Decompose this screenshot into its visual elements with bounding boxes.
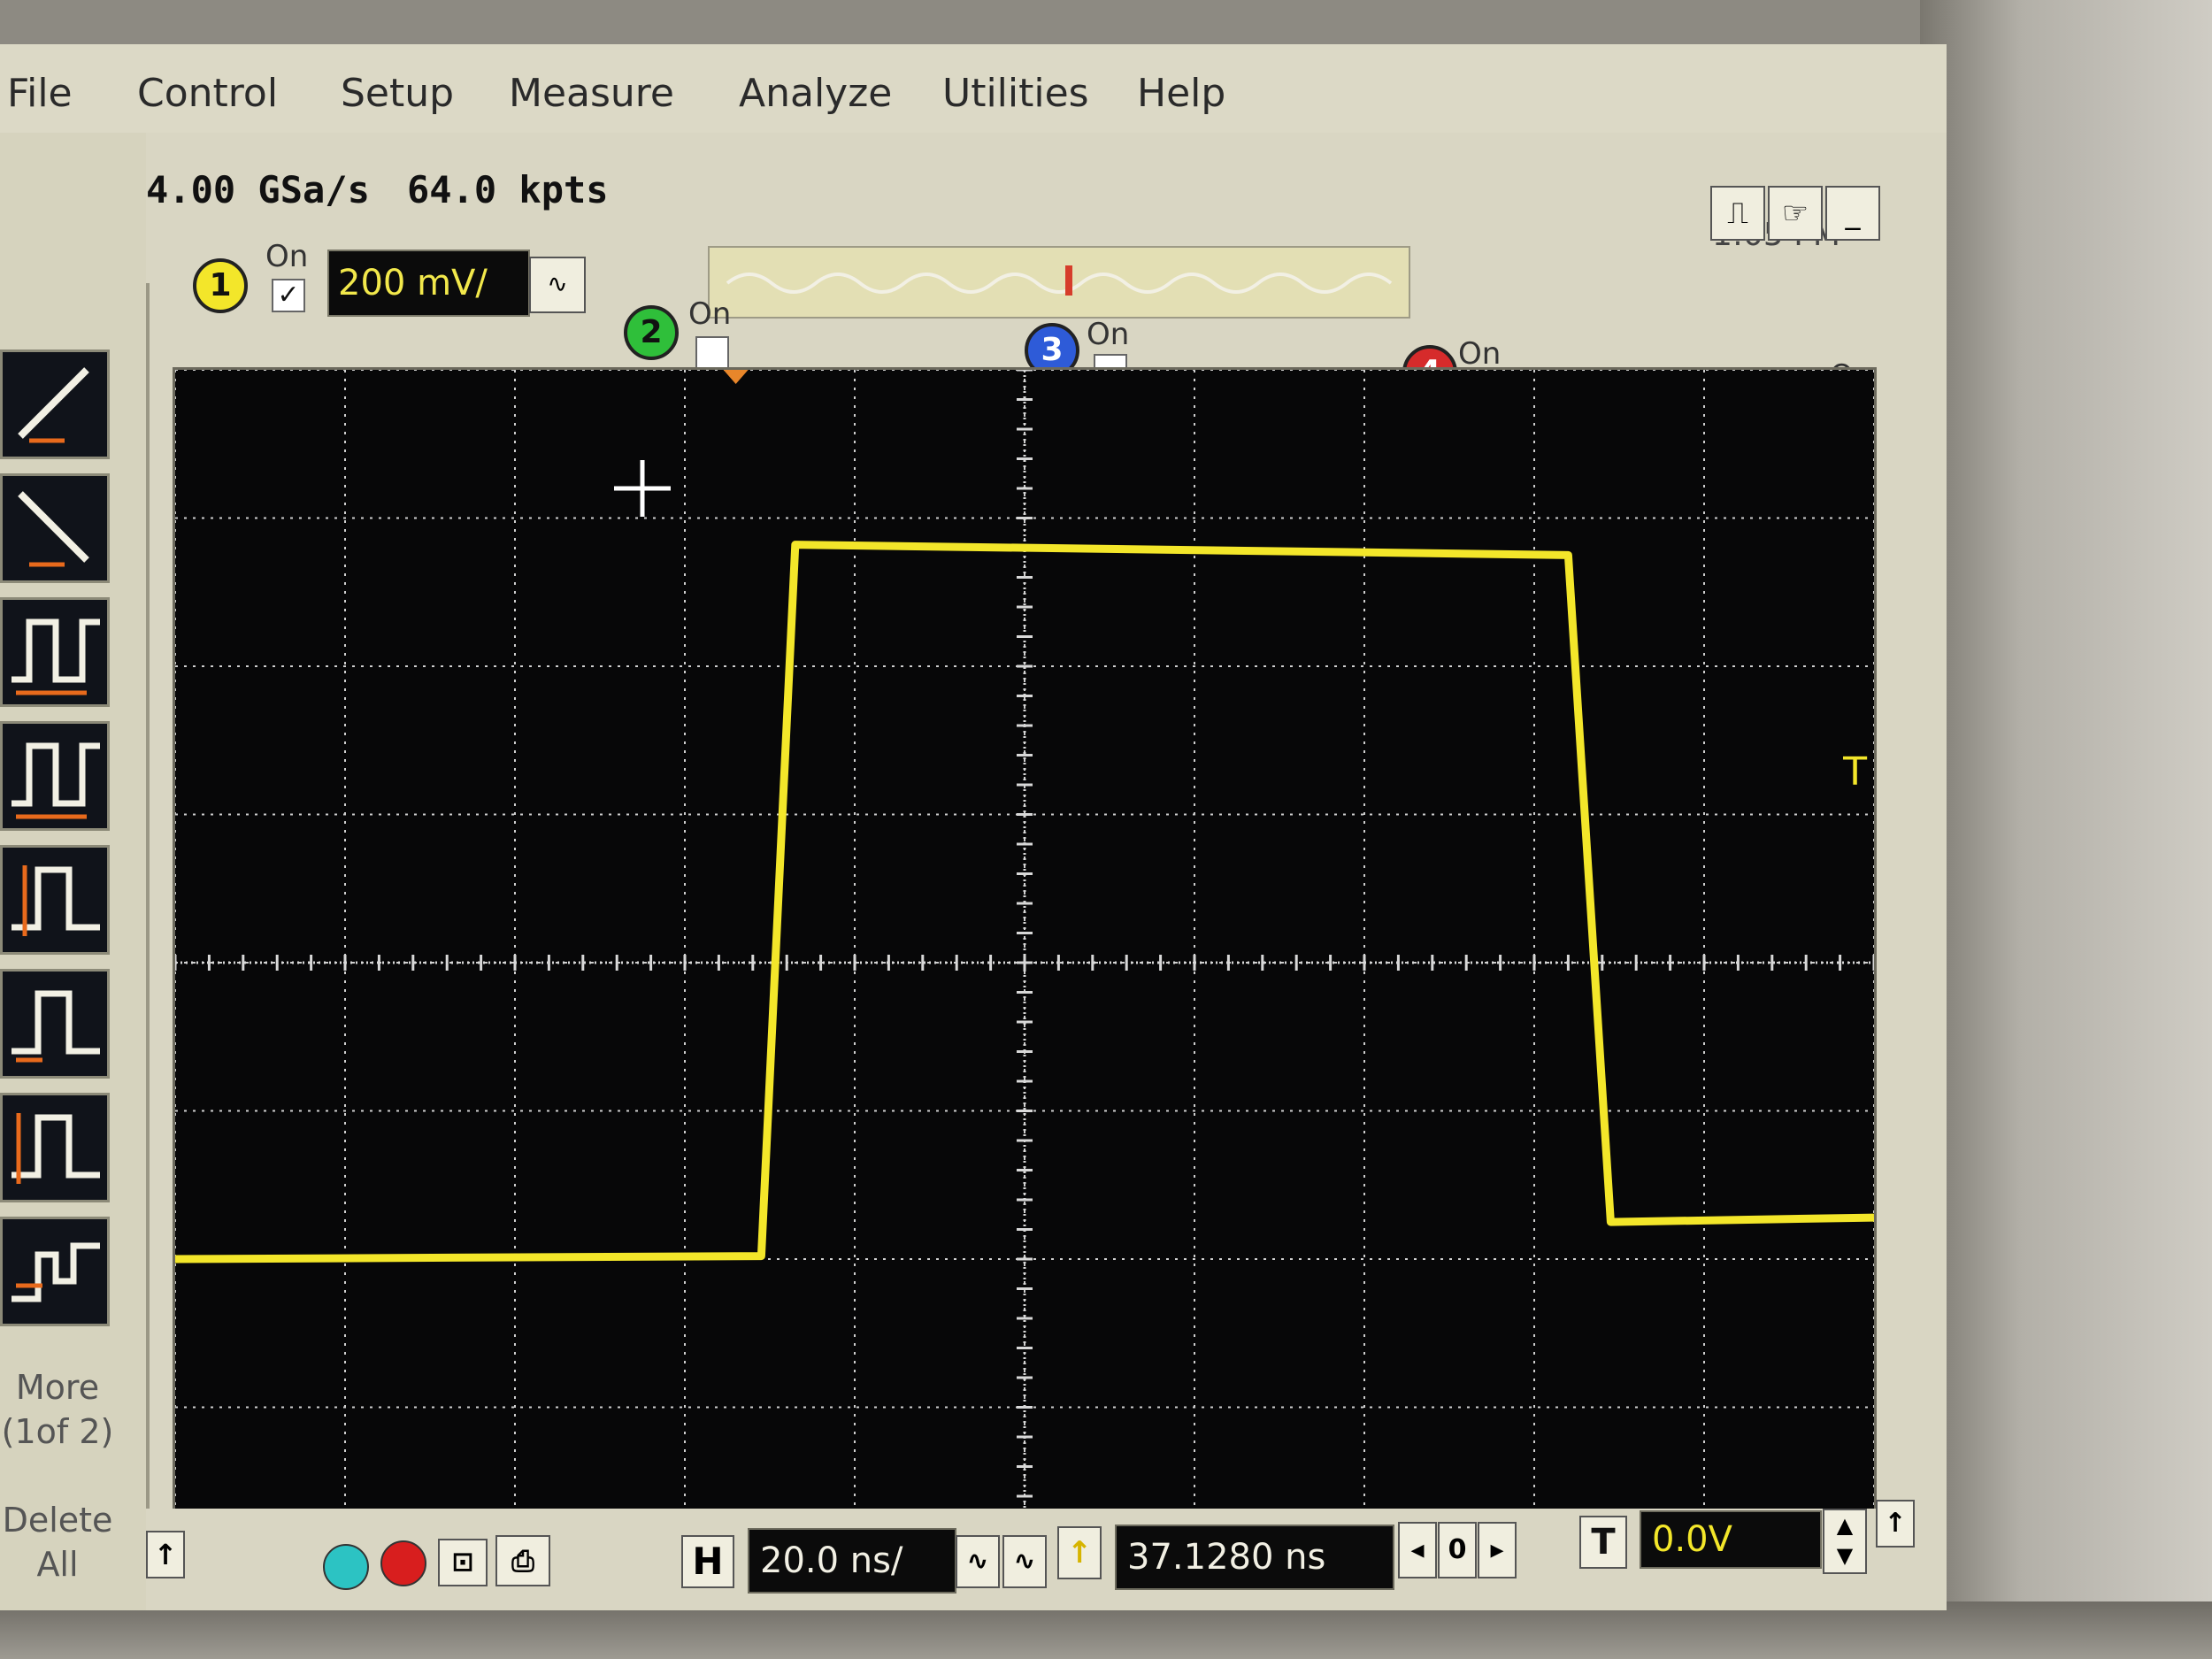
pointer-icon[interactable]: ☞	[1768, 186, 1823, 241]
menu-file[interactable]: File	[7, 71, 73, 116]
fall-time-icon[interactable]	[0, 473, 110, 583]
delete-all-label-2: All	[36, 1545, 79, 1584]
horizontal-key[interactable]: H	[681, 1535, 734, 1588]
run-button[interactable]	[323, 1544, 369, 1590]
negative-width-icon[interactable]	[0, 969, 110, 1079]
menu-utilities[interactable]: Utilities	[942, 71, 1089, 116]
memory-depth: 64.0 kpts	[407, 168, 609, 211]
channel-3-on-label: On	[1087, 317, 1130, 352]
channel-1-coupling-icon[interactable]: ∿	[529, 257, 586, 313]
delay-icon[interactable]	[0, 1217, 110, 1326]
channel-2-on-label: On	[688, 296, 732, 332]
trigger-position-marker-top[interactable]	[723, 370, 749, 384]
channel-2-badge[interactable]: 2	[624, 305, 679, 360]
delay-step-value[interactable]: 0	[1438, 1522, 1477, 1578]
bottom-control-bar: ↑ ⊡ ⎙ H 20.0 ns/ ∿ ∿ ↑ 37.1280 ns ◂ 0 ▸ …	[146, 1500, 1947, 1610]
menu-analyze[interactable]: Analyze	[739, 71, 892, 116]
trigger-key[interactable]: T	[1579, 1516, 1627, 1569]
more-label[interactable]: More	[0, 1367, 115, 1408]
duty-cycle-icon[interactable]	[0, 1093, 110, 1202]
menu-control[interactable]: Control	[137, 71, 278, 116]
positive-width-icon[interactable]	[0, 845, 110, 955]
channel-1-on-label: On	[265, 239, 309, 274]
horizontal-delay-field[interactable]: 37.1280 ns	[1115, 1525, 1394, 1590]
menu-bar: File Control Setup Measure Analyze Utili…	[0, 44, 1947, 134]
waveform-overview[interactable]	[708, 246, 1410, 319]
trigger-level-field[interactable]: 0.0V	[1640, 1510, 1822, 1569]
channel-2-checkbox[interactable]	[695, 336, 729, 370]
delay-left-arrow[interactable]: ◂	[1398, 1522, 1437, 1578]
autoscale-icon[interactable]: ⊡	[438, 1539, 488, 1586]
stop-button[interactable]	[380, 1540, 426, 1586]
waveform-svg: T	[175, 370, 1874, 1555]
trigger-level-marker[interactable]: T	[1842, 749, 1867, 795]
minimize-icon[interactable]: _	[1825, 186, 1880, 241]
period-icon[interactable]	[0, 597, 110, 707]
waveform-display[interactable]: T	[173, 367, 1877, 1558]
trigger-level-stepper[interactable]: ▲ ▼	[1823, 1509, 1867, 1574]
coarse-adjust-icon[interactable]: ∿	[1002, 1535, 1047, 1588]
sample-rate: 4.00 GSa/s	[146, 168, 370, 211]
trigger-marker-icon[interactable]: ↑	[1876, 1500, 1915, 1548]
print-icon[interactable]: ⎙	[495, 1535, 550, 1586]
fine-adjust-icon[interactable]: ∿	[956, 1535, 1000, 1588]
scope-bezel-right	[1920, 0, 2212, 1659]
delete-all-label[interactable]: Delete	[0, 1500, 115, 1540]
channel-1-scale[interactable]: 200 mV/	[327, 250, 530, 317]
delay-marker-key[interactable]: ↑	[1057, 1526, 1102, 1579]
more-page-label: (1of 2)	[1, 1412, 114, 1451]
scroll-up-icon[interactable]: ↑	[146, 1531, 185, 1578]
menu-setup[interactable]: Setup	[341, 71, 454, 116]
menu-help[interactable]: Help	[1137, 71, 1225, 116]
channel-1-checkbox[interactable]: ✓	[272, 279, 305, 312]
frequency-icon[interactable]	[0, 721, 110, 831]
menu-measure[interactable]: Measure	[509, 71, 674, 116]
channel-1-badge[interactable]: 1	[193, 258, 248, 313]
channel-4-on-label: On	[1458, 336, 1502, 372]
delay-right-arrow[interactable]: ▸	[1478, 1522, 1517, 1578]
rise-time-icon[interactable]	[0, 349, 110, 459]
scope-screen: File Control Setup Measure Analyze Utili…	[0, 44, 1947, 1610]
run-mode-icon[interactable]: ⎍	[1710, 186, 1765, 241]
measurement-sidebar: More (1of 2) Delete All	[0, 133, 150, 1610]
horizontal-scale-field[interactable]: 20.0 ns/	[748, 1528, 956, 1594]
